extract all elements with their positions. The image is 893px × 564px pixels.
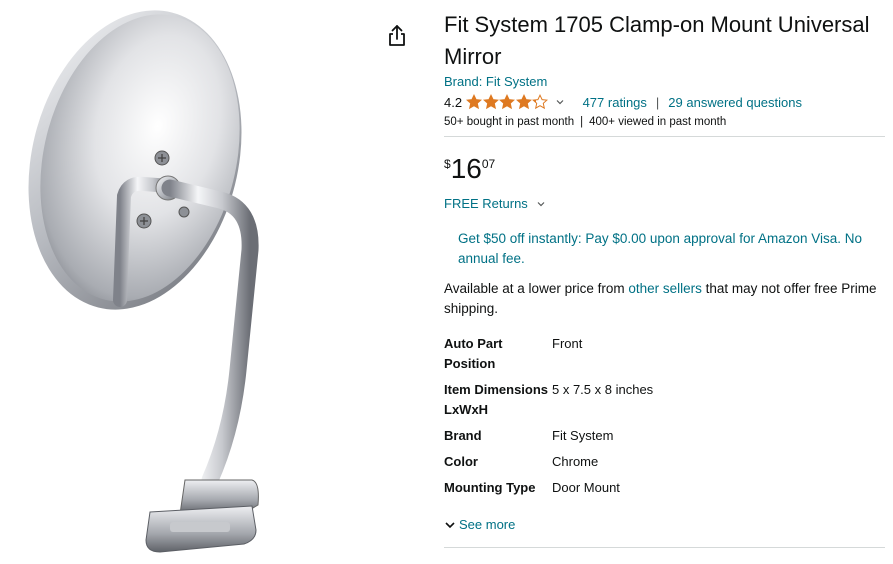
star-icon	[499, 94, 516, 110]
free-returns-label: FREE Returns	[444, 196, 528, 211]
rating-value: 4.2	[444, 94, 463, 110]
spec-row: Auto Part Position Front	[444, 334, 885, 374]
visa-promo[interactable]: Get $50 off instantly: Pay $0.00 upon ap…	[458, 229, 885, 269]
chevron-down-icon	[445, 521, 455, 528]
sellers-prefix: Available at a lower price from	[444, 281, 629, 296]
social-proof: 50+ bought in past month | 400+ viewed in …	[444, 116, 726, 128]
see-more-button[interactable]: See more	[444, 517, 515, 532]
divider	[444, 136, 885, 137]
viewed-count: 400+ viewed in past month	[589, 116, 727, 128]
star-icon	[532, 94, 549, 110]
price: $ 16 07	[444, 154, 495, 184]
product-image[interactable]	[20, 0, 310, 564]
other-sellers-notice: Available at a lower price from other se…	[444, 279, 885, 319]
share-icon[interactable]	[386, 24, 408, 48]
spec-label: Auto Part Position	[444, 336, 503, 371]
rating-row: 4.2 477 ratings | 29 answered questions	[444, 93, 802, 111]
spec-value: Fit System	[552, 428, 614, 443]
free-returns-link[interactable]: FREE Returns	[444, 196, 546, 211]
see-more-label: See more	[459, 517, 516, 532]
chevron-down-icon[interactable]	[555, 97, 565, 107]
product-title: Fit System 1705 Clamp-on Mount Universal…	[444, 12, 870, 69]
spec-label: Item Dimensions LxWxH	[444, 382, 549, 417]
spec-value: Front	[552, 336, 583, 351]
product-specs: Auto Part Position Front Item Dimensions…	[444, 334, 885, 514]
other-sellers-link[interactable]: other sellers	[628, 281, 702, 296]
spec-label: Brand	[444, 428, 482, 443]
star-icon	[482, 94, 499, 110]
spec-label: Color	[444, 454, 478, 469]
star-rating[interactable]	[466, 94, 549, 110]
price-whole: 16	[450, 153, 482, 184]
price-fraction: 07	[481, 157, 496, 171]
spec-value: Chrome	[552, 454, 599, 469]
bought-count: 50+ bought in past month	[444, 116, 575, 128]
spec-value: 5 x 7.5 x 8 inches	[552, 382, 654, 397]
answered-questions-link[interactable]: 29 answered questions	[668, 95, 802, 110]
spec-row: Brand Fit System	[444, 426, 885, 446]
product-page: Fit System 1705 Clamp-on Mount Universal…	[0, 0, 893, 564]
divider	[444, 547, 885, 548]
price-currency: $	[444, 157, 451, 171]
separator: |	[655, 94, 660, 110]
brand-link[interactable]: Brand: Fit System	[444, 74, 547, 89]
spec-row: Item Dimensions LxWxH 5 x 7.5 x 8 inches	[444, 380, 885, 420]
ratings-count-link[interactable]: 477 ratings	[583, 95, 647, 110]
star-icon	[515, 94, 532, 110]
image-gallery	[0, 0, 405, 564]
separator: |	[580, 116, 584, 128]
spec-row: Color Chrome	[444, 452, 885, 472]
star-icon	[466, 94, 483, 110]
spec-fade	[444, 494, 885, 514]
chevron-down-icon	[537, 201, 545, 206]
